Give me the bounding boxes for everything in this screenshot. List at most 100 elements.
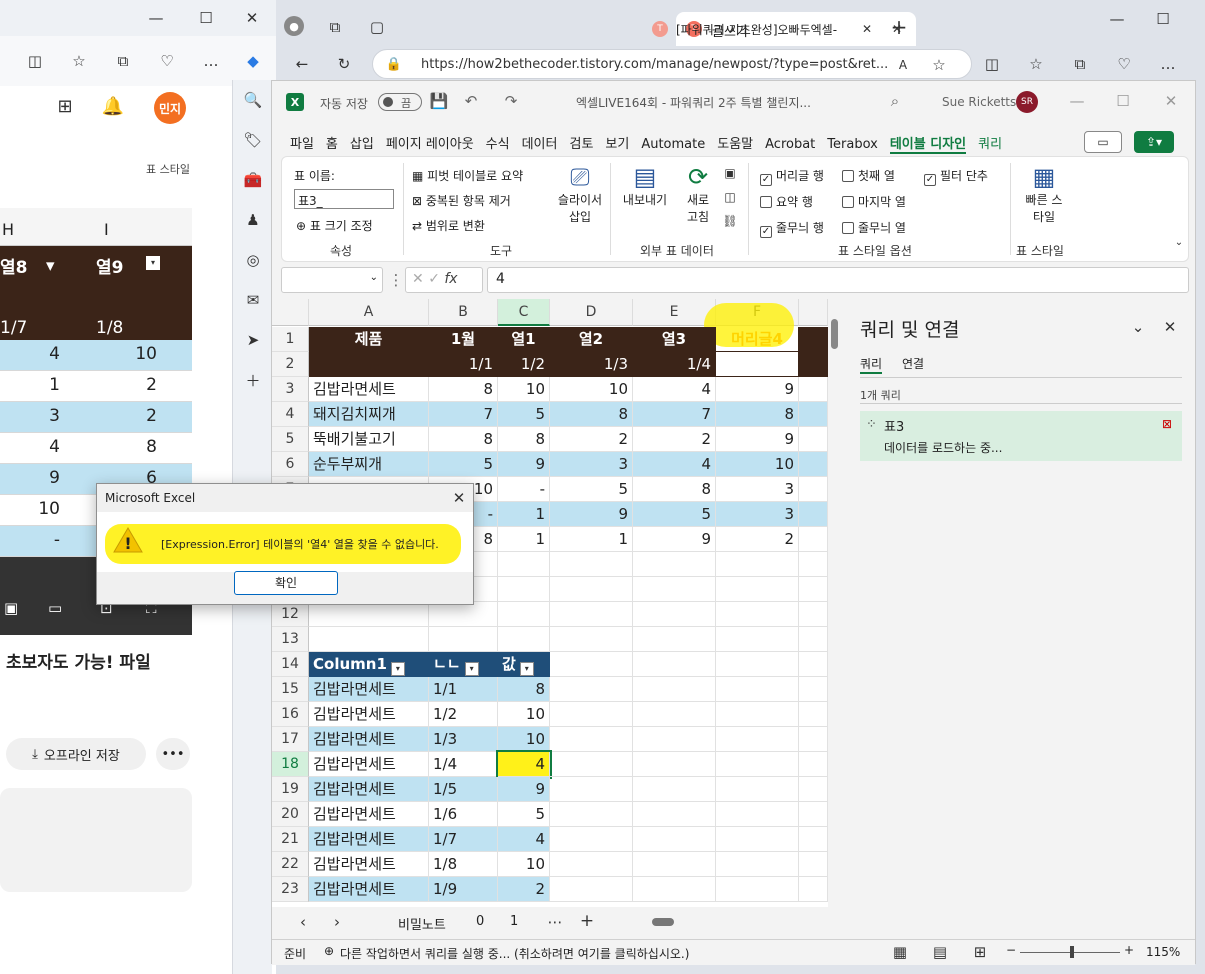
tab-formulas[interactable]: 수식 — [486, 137, 510, 152]
table-cell[interactable] — [716, 852, 799, 877]
row-header[interactable]: 5 — [272, 427, 309, 452]
table-cell[interactable]: 9 — [716, 377, 799, 402]
opt-banded-rows[interactable]: ✓ 줄무늬 행 — [760, 219, 824, 238]
row-header[interactable]: 23 — [272, 877, 309, 902]
open-browser-icon[interactable]: ◫ — [722, 189, 738, 205]
new-post-icon[interactable]: ⊞ — [52, 92, 78, 120]
tab-file[interactable]: 파일 — [290, 137, 314, 152]
refresh-icon[interactable]: ↻ — [332, 52, 356, 76]
share-icon[interactable]: ⇪▾ — [1134, 131, 1174, 153]
table-cell[interactable]: 열1 — [498, 327, 550, 352]
autosave-toggle[interactable]: 끔 — [378, 93, 422, 111]
table-cell[interactable]: 5 — [498, 802, 550, 827]
more-options-icon[interactable]: ••• — [156, 738, 190, 770]
table-cell[interactable]: 3 — [716, 477, 799, 502]
row-header[interactable]: 2 — [272, 352, 309, 377]
table-cell[interactable] — [429, 602, 498, 627]
profile-icon[interactable]: ● — [284, 16, 304, 36]
table-cell[interactable]: 1 — [498, 502, 550, 527]
table-cell[interactable] — [799, 352, 828, 377]
table-cell[interactable] — [799, 752, 828, 777]
sheet-tab[interactable]: 0 — [476, 914, 484, 929]
table-cell[interactable] — [799, 552, 828, 577]
table-cell[interactable] — [633, 552, 716, 577]
table-cell[interactable]: 4 — [633, 452, 716, 477]
table-cell[interactable]: 김밥라면세트 — [309, 677, 429, 702]
table-cell[interactable]: 김밥라면세트 — [309, 727, 429, 752]
slicer-button[interactable]: ⎚ 슬라이서 삽입 — [544, 163, 616, 233]
table-name-input[interactable]: 표3_ — [294, 189, 394, 209]
table-cell[interactable]: 2 — [716, 527, 799, 552]
table-cell[interactable] — [633, 627, 716, 652]
add-sheet-icon[interactable]: + — [578, 911, 596, 931]
table-cell[interactable]: 9 — [550, 502, 633, 527]
health-icon[interactable]: ♡ — [1112, 52, 1136, 76]
table-cell[interactable]: 1/2 — [429, 702, 498, 727]
column-header[interactable]: C — [498, 299, 550, 326]
table-cell[interactable] — [716, 552, 799, 577]
active-cell[interactable]: 4 — [496, 750, 552, 779]
maximize-icon[interactable]: ☐ — [1114, 92, 1132, 110]
split-screen-icon[interactable]: ◫ — [980, 52, 1004, 76]
table-header[interactable]: Column1 ▾ — [309, 652, 429, 677]
table-cell[interactable] — [799, 327, 828, 352]
table-cell[interactable] — [633, 752, 716, 777]
back-icon[interactable]: ← — [290, 52, 314, 76]
new-tab-icon[interactable]: + — [888, 15, 910, 39]
table-cell[interactable] — [799, 802, 828, 827]
minimize-icon[interactable]: — — [144, 6, 168, 30]
opt-first-col[interactable]: 첫째 열 — [842, 167, 895, 184]
zoom-level[interactable]: 115% — [1146, 945, 1180, 959]
column-header[interactable]: A — [309, 299, 429, 326]
table-cell[interactable] — [498, 602, 550, 627]
tab-actions-icon[interactable]: ▢ — [366, 16, 388, 38]
table-cell[interactable] — [799, 602, 828, 627]
maximize-icon[interactable]: ☐ — [194, 6, 218, 30]
table-cell[interactable] — [633, 852, 716, 877]
opt-filter-button[interactable]: ✓ 필터 단추 — [924, 167, 988, 186]
tab-powerquery[interactable]: T [파워쿼리 기초완성]오빠두엑셀- ✕ — [652, 12, 882, 46]
search-icon[interactable]: ⌕ — [886, 92, 904, 110]
table-cell[interactable]: 5 — [429, 452, 498, 477]
connections-tab[interactable]: 연결 — [902, 355, 924, 372]
table-cell[interactable] — [550, 702, 633, 727]
table-cell[interactable]: 1/5 — [429, 777, 498, 802]
table-cell[interactable] — [799, 877, 828, 902]
table-cell[interactable]: 8 — [429, 377, 498, 402]
column-header[interactable] — [799, 299, 828, 326]
table-cell[interactable]: 10 — [498, 377, 550, 402]
add-icon[interactable]: ＋ — [233, 360, 273, 400]
table-cell[interactable] — [799, 777, 828, 802]
table-cell[interactable] — [799, 652, 828, 677]
table-cell[interactable]: 1/4 — [429, 752, 498, 777]
close-icon[interactable]: ✕ — [449, 488, 469, 508]
table-cell[interactable] — [799, 827, 828, 852]
table-cell[interactable] — [633, 577, 716, 602]
table-cell[interactable] — [309, 627, 429, 652]
favorite-icon[interactable]: ☆ — [929, 55, 949, 75]
row-header[interactable]: 16 — [272, 702, 309, 727]
table-cell[interactable] — [799, 452, 828, 477]
tag-icon[interactable]: 🏷 — [233, 120, 273, 160]
vertical-scrollbar[interactable] — [828, 307, 842, 907]
tab-view[interactable]: 보기 — [605, 137, 629, 152]
video-heading[interactable]: 초보자도 가능! 파일 — [6, 648, 151, 673]
close-icon[interactable]: ✕ — [1162, 318, 1178, 336]
table-cell[interactable]: 9 — [716, 427, 799, 452]
table-cell[interactable] — [716, 677, 799, 702]
table-cell[interactable] — [429, 627, 498, 652]
table-cell[interactable] — [799, 852, 828, 877]
export-button[interactable]: ▤ 내보내기 — [618, 163, 672, 233]
table-cell[interactable] — [799, 727, 828, 752]
search-icon[interactable]: 🔍 — [233, 80, 273, 120]
resize-table-button[interactable]: ⊕ 표 크기 조정 — [296, 217, 373, 234]
table-cell[interactable]: 5 — [633, 502, 716, 527]
column-header[interactable]: B — [429, 299, 498, 326]
more-sheets-icon[interactable]: ⋯ — [546, 913, 564, 931]
unlink-icon[interactable]: ⛓ — [722, 213, 738, 229]
collections-icon[interactable]: ⧉ — [110, 48, 136, 74]
quick-styles-button[interactable]: ▦ 빠른 스타일 — [1016, 163, 1072, 233]
table-cell[interactable] — [309, 352, 429, 377]
comments-icon[interactable]: ▭ — [1084, 131, 1122, 153]
table-cell[interactable] — [633, 877, 716, 902]
